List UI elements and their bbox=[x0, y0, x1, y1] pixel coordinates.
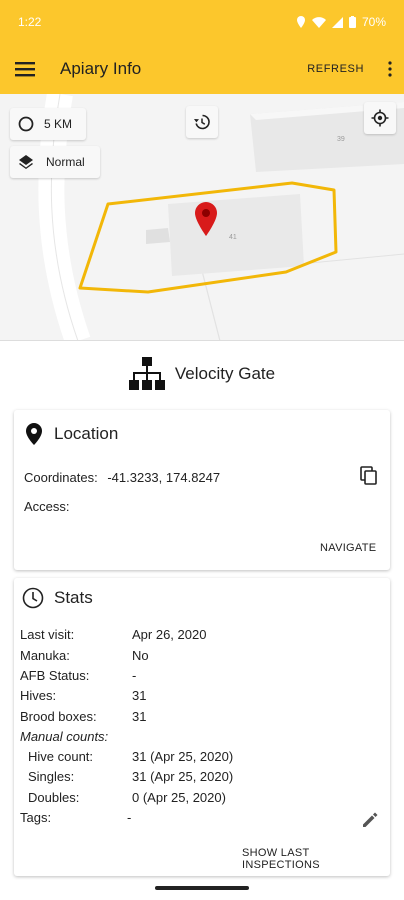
navigate-button[interactable]: NAVIGATE bbox=[320, 542, 376, 554]
refresh-button[interactable]: REFRESH bbox=[307, 63, 364, 75]
stat-label: Manuka: bbox=[20, 648, 70, 663]
signal-status-icon bbox=[331, 16, 343, 28]
coordinates-label: Coordinates: bbox=[24, 470, 98, 485]
page-title: Apiary Info bbox=[60, 59, 142, 78]
site-header: Velocity Gate bbox=[0, 352, 404, 396]
edit-tags-button[interactable] bbox=[360, 810, 382, 832]
wifi-status-icon bbox=[311, 16, 326, 28]
status-icons: 70% bbox=[296, 15, 386, 29]
stat-value-manuka: No bbox=[132, 648, 149, 663]
location-card-title: Location bbox=[24, 422, 118, 446]
app-bar: Apiary Info REFRESH bbox=[0, 44, 404, 94]
location-status-icon bbox=[296, 16, 305, 28]
manual-row-singles: Singles: bbox=[28, 769, 74, 784]
tags-value: - bbox=[127, 810, 132, 825]
stats-card: Stats Last visit: Apr 26, 2020 Manuka: N… bbox=[14, 578, 390, 876]
radius-chip[interactable]: 5 KM bbox=[10, 108, 86, 140]
menu-button[interactable] bbox=[2, 44, 48, 94]
circle-outline-icon bbox=[18, 116, 34, 132]
manual-label: Doubles: bbox=[28, 790, 80, 805]
battery-status-icon bbox=[348, 16, 356, 28]
bottom-strip bbox=[0, 880, 404, 900]
map-type-label: Normal bbox=[46, 155, 85, 169]
stat-row-brood-boxes: Brood boxes: bbox=[20, 709, 97, 724]
building-number-39: 39 bbox=[337, 136, 345, 143]
site-hierarchy-icon bbox=[128, 357, 165, 390]
stat-value-afb-status: - bbox=[132, 668, 137, 683]
stat-row-last-visit: Last visit: bbox=[20, 627, 74, 642]
manual-value-doubles: 0 (Apr 25, 2020) bbox=[132, 790, 226, 805]
stat-value-hives: 31 bbox=[132, 688, 147, 703]
location-pin-icon bbox=[26, 423, 42, 445]
coordinates-row: Coordinates: -41.3233, 174.8247 bbox=[24, 470, 220, 485]
site-name: Velocity Gate bbox=[174, 364, 276, 383]
overflow-menu-button[interactable] bbox=[376, 61, 404, 77]
manual-row-doubles: Doubles: bbox=[28, 790, 79, 805]
history-button[interactable] bbox=[186, 106, 218, 138]
hamburger-icon bbox=[15, 62, 35, 77]
stat-label: Last visit: bbox=[20, 627, 75, 642]
building-number-41: 41 bbox=[229, 234, 237, 241]
location-title-label: Location bbox=[54, 424, 119, 443]
stat-label: AFB Status: bbox=[20, 668, 90, 683]
stat-label: Hives: bbox=[20, 688, 57, 703]
radius-label: 5 KM bbox=[44, 117, 73, 131]
more-vert-icon bbox=[388, 61, 392, 77]
status-time: 1:22 bbox=[18, 15, 42, 29]
battery-percent: 70% bbox=[361, 15, 386, 29]
status-bar: 1:22 70% bbox=[0, 0, 404, 44]
my-location-button[interactable] bbox=[364, 102, 396, 134]
pencil-icon bbox=[363, 812, 378, 827]
tags-label: Tags: bbox=[20, 810, 52, 825]
manual-label: Hive count: bbox=[28, 749, 94, 764]
stats-card-title: Stats bbox=[22, 587, 93, 609]
copy-coordinates-button[interactable] bbox=[360, 466, 380, 488]
access-row: Access: bbox=[24, 499, 76, 514]
coordinates-value: -41.3233, 174.8247 bbox=[107, 470, 221, 485]
manual-row-hive-count: Hive count: bbox=[28, 749, 93, 764]
stats-title-label: Stats bbox=[54, 588, 93, 607]
gesture-nav-handle[interactable] bbox=[155, 886, 249, 890]
clock-icon bbox=[22, 587, 44, 609]
map-view[interactable]: 39 41 5 KM Normal bbox=[0, 94, 404, 341]
location-card: Location Coordinates: -41.3233, 174.8247… bbox=[14, 410, 390, 570]
stat-row-manuka: Manuka: bbox=[20, 648, 70, 663]
manual-value-hive-count: 31 (Apr 25, 2020) bbox=[132, 749, 234, 764]
map-type-chip[interactable]: Normal bbox=[10, 146, 100, 178]
manual-value-singles: 31 (Apr 25, 2020) bbox=[132, 769, 234, 784]
building-41 bbox=[146, 194, 304, 276]
manual-counts-heading: Manual counts: bbox=[20, 729, 109, 744]
layers-icon bbox=[19, 155, 33, 169]
stat-value-last-visit: Apr 26, 2020 bbox=[132, 627, 207, 642]
access-label: Access: bbox=[24, 499, 70, 514]
copy-icon bbox=[360, 466, 377, 485]
stat-value-brood-boxes: 31 bbox=[132, 709, 147, 724]
crosshair-icon bbox=[371, 109, 389, 127]
stat-row-hives: Hives: bbox=[20, 688, 56, 703]
history-icon bbox=[194, 114, 210, 130]
stat-row-afb-status: AFB Status: bbox=[20, 668, 89, 683]
stat-label: Brood boxes: bbox=[20, 709, 97, 724]
manual-label: Singles: bbox=[28, 769, 75, 784]
show-last-inspections-button[interactable]: SHOW LAST INSPECTIONS bbox=[242, 847, 390, 871]
